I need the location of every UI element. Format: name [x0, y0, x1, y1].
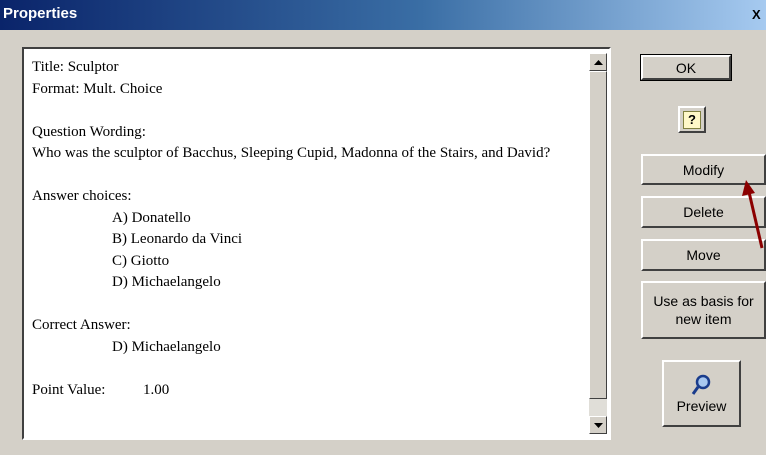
question-text: Who was the sculptor of Bacchus, Sleepin…: [32, 145, 551, 161]
properties-text: Title: Sculptor Format: Mult. Choice Que…: [32, 57, 584, 401]
close-button[interactable]: X: [752, 6, 766, 24]
answer-choice-c: C) Giotto: [112, 252, 170, 269]
scroll-down-button[interactable]: [589, 416, 607, 434]
vertical-scrollbar[interactable]: [589, 53, 607, 434]
help-button[interactable]: ?: [678, 106, 706, 133]
ok-button[interactable]: OK: [640, 54, 732, 81]
scroll-up-button[interactable]: [589, 53, 607, 71]
help-icon: ?: [683, 110, 701, 129]
correct-answer-label: Correct Answer:: [32, 317, 131, 333]
magnifier-icon: [691, 374, 710, 395]
title-line: Title: Sculptor: [32, 59, 119, 75]
format-line: Format: Mult. Choice: [32, 80, 163, 97]
triangle-up-icon: [593, 59, 603, 65]
answer-choices-label: Answer choices:: [32, 188, 132, 204]
answer-choice-a: A) Donatello: [112, 209, 191, 226]
annotation-arrow: [742, 180, 764, 249]
title-bar[interactable]: Properties X: [0, 0, 766, 30]
properties-text-box[interactable]: Title: Sculptor Format: Mult. Choice Que…: [22, 47, 611, 440]
question-wording-label: Question Wording:: [32, 123, 146, 140]
use-as-basis-button[interactable]: Use as basis for new item: [641, 281, 766, 339]
triangle-down-icon: [593, 422, 603, 428]
answer-choice-d: D) Michaelangelo: [112, 274, 221, 290]
window-title: Properties: [3, 5, 78, 22]
scroll-thumb[interactable]: [589, 71, 607, 399]
correct-answer-value: D) Michaelangelo: [112, 338, 221, 355]
preview-button[interactable]: Preview: [662, 360, 741, 427]
preview-label: Preview: [676, 397, 727, 414]
answer-choice-b: B) Leonardo da Vinci: [112, 231, 243, 247]
point-value-line: Point Value: 1.00: [32, 381, 170, 398]
